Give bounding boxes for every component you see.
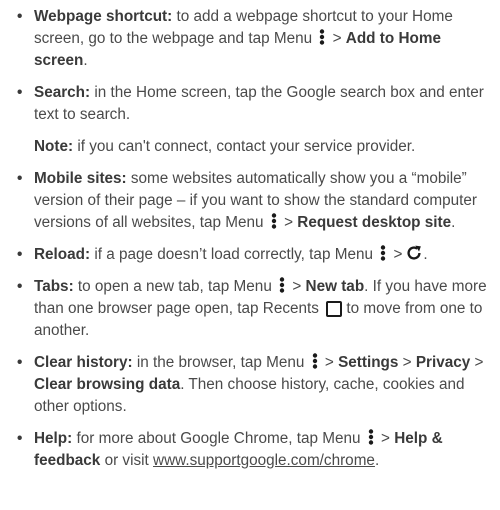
- menu-option: Clear browsing data: [34, 376, 181, 393]
- separator: >: [381, 430, 390, 447]
- item-label: Mobile sites:: [34, 170, 127, 187]
- item-text: in the Home screen, tap the Google searc…: [34, 84, 484, 123]
- note-text: if you can't connect, contact your servi…: [73, 138, 416, 155]
- item-text: if a page doesn’t load correctly, tap Me…: [90, 246, 378, 263]
- bullet: •: [17, 278, 23, 295]
- menu-dots-vertical-icon: [279, 277, 285, 293]
- list-item-help: • Help: for more about Google Chrome, ta…: [12, 428, 488, 472]
- menu-option: Request desktop site: [297, 214, 452, 231]
- item-text: .: [374, 452, 380, 469]
- support-link[interactable]: www.supportgoogle.com/chrome: [153, 452, 375, 469]
- recents-square-icon: [326, 301, 343, 317]
- menu-option: Settings: [338, 354, 399, 371]
- item-text: to open a new tab, tap Menu: [73, 278, 277, 295]
- item-label: Reload:: [34, 246, 91, 263]
- bullet: •: [17, 84, 23, 101]
- item-label: Search:: [34, 84, 91, 101]
- item-label: Webpage shortcut:: [34, 8, 173, 25]
- bullet: •: [17, 246, 23, 263]
- bullet: •: [17, 170, 23, 187]
- item-label: Clear history:: [34, 354, 133, 371]
- item-text: .: [423, 246, 428, 263]
- list-item-mobile-sites: • Mobile sites: some websites automatica…: [12, 168, 488, 234]
- menu-option: Privacy: [415, 354, 471, 371]
- menu-dots-vertical-icon: [271, 213, 277, 229]
- list-item-reload: • Reload: if a page doesn’t load correct…: [12, 244, 488, 266]
- bullet: •: [17, 354, 23, 371]
- separator: >: [393, 246, 403, 263]
- note-label: Note:: [34, 138, 74, 155]
- item-text: for more about Google Chrome, tap Menu: [72, 430, 365, 447]
- bullet: •: [17, 430, 23, 447]
- item-text: in the browser, tap Menu: [132, 354, 309, 371]
- menu-dots-vertical-icon: [320, 29, 325, 45]
- item-label: Tabs:: [34, 278, 74, 295]
- reload-icon: [407, 245, 422, 260]
- menu-option: New tab: [305, 278, 365, 295]
- menu-dots-vertical-icon: [312, 353, 317, 369]
- separator: >: [474, 354, 484, 371]
- list-item-tabs: • Tabs: to open a new tab, tap Menu > Ne…: [12, 276, 488, 342]
- bullet: •: [17, 8, 23, 25]
- separator: >: [292, 278, 302, 295]
- help-document: • Webpage shortcut: to add a webpage sho…: [0, 0, 500, 472]
- separator: >: [284, 214, 294, 231]
- list-item-clear-history: • Clear history: in the browser, tap Men…: [12, 352, 488, 418]
- separator: >: [402, 354, 412, 371]
- item-text: or visit: [100, 452, 154, 469]
- menu-dots-vertical-icon: [368, 429, 373, 445]
- menu-dots-vertical-icon: [381, 245, 386, 261]
- separator: >: [332, 30, 342, 47]
- separator: >: [324, 354, 334, 371]
- list-item-search: • Search: in the Home screen, tap the Go…: [12, 82, 488, 126]
- item-text: .: [83, 52, 88, 69]
- note: Note: if you can't connect, contact your…: [12, 136, 488, 158]
- item-label: Help:: [34, 430, 73, 447]
- list-item-webpage-shortcut: • Webpage shortcut: to add a webpage sho…: [12, 6, 488, 72]
- item-text: .: [451, 214, 456, 231]
